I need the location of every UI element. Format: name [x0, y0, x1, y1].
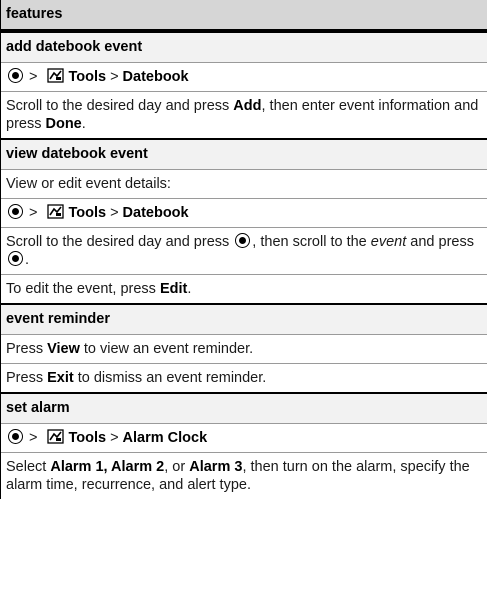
view-event-description: Scroll to the desired day and press , th… — [6, 233, 474, 268]
view-event-intro: View or edit event details: — [6, 176, 171, 192]
reminder-view-instruction: Press View to view an event reminder. — [6, 341, 254, 357]
alarm-description: Select Alarm 1, Alarm 2, or Alarm 3, the… — [6, 459, 470, 493]
tools-menu-icon — [47, 68, 65, 83]
center-select-icon — [235, 233, 251, 248]
section-title-reminder: event reminder — [1, 305, 487, 334]
section-title-add-event: add datebook event — [1, 33, 487, 62]
center-select-icon — [8, 251, 23, 266]
center-select-icon — [8, 429, 23, 444]
section-title-alarm: set alarm — [1, 394, 487, 423]
edit-event-instruction: To edit the event, press Edit. — [6, 281, 192, 297]
center-select-icon — [8, 204, 23, 219]
tools-menu-icon — [47, 429, 65, 444]
center-select-icon — [8, 68, 23, 83]
reminder-exit-instruction: Press Exit to dismiss an event reminder. — [6, 370, 267, 386]
add-event-description: Scroll to the desired day and press Add,… — [6, 98, 479, 132]
menu-path-add-event: > Tools > Datebook — [1, 63, 487, 91]
table-header: features — [1, 0, 487, 29]
features-table: features add datebook event > Tools > Dateb… — [0, 0, 487, 499]
menu-path-alarm: > Tools > Alarm Clock — [1, 424, 487, 452]
tools-menu-icon — [47, 204, 65, 219]
menu-path-view-event: > Tools > Datebook — [1, 199, 487, 227]
section-title-view-event: view datebook event — [1, 140, 487, 169]
